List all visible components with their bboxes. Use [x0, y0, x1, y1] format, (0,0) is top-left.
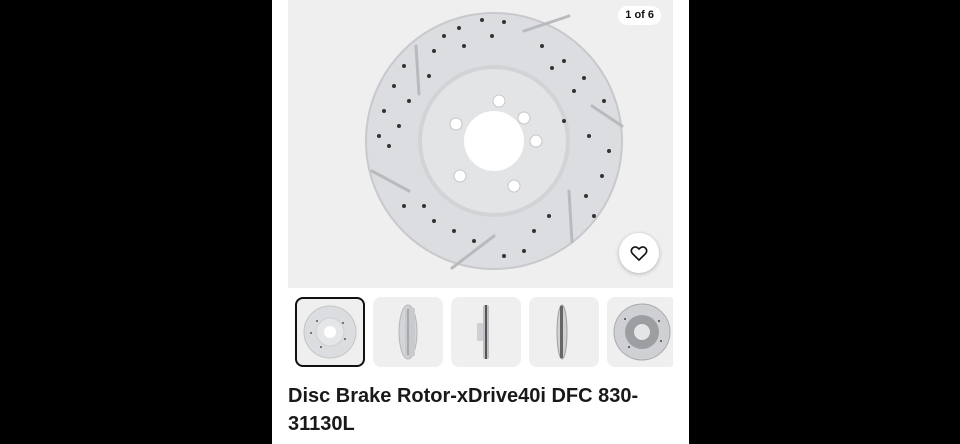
thumbnail-strip — [295, 296, 673, 368]
product-panel: 1 of 6 Disc Brake Rotor-xDrive40i DFC 83… — [272, 0, 689, 444]
rotor-face-thumbnail — [303, 305, 357, 359]
rotor-image — [365, 12, 624, 270]
rotor-back-thumbnail — [613, 303, 671, 361]
favorite-button[interactable] — [619, 233, 659, 273]
thumbnail-1[interactable] — [295, 297, 365, 367]
thumbnail-4[interactable] — [529, 297, 599, 367]
heart-icon — [630, 246, 648, 261]
rotor-edge-angle-thumbnail — [556, 304, 568, 360]
main-product-image[interactable]: 1 of 6 — [288, 0, 673, 288]
image-counter-badge: 1 of 6 — [618, 6, 661, 25]
rotor-angle-thumbnail — [398, 304, 418, 360]
rotor-edge-thumbnail — [477, 305, 489, 359]
thumbnail-2[interactable] — [373, 297, 443, 367]
thumbnail-5[interactable] — [607, 297, 673, 367]
thumbnail-3[interactable] — [451, 297, 521, 367]
product-title: Disc Brake Rotor-xDrive40i DFC 830-31130… — [288, 385, 639, 435]
